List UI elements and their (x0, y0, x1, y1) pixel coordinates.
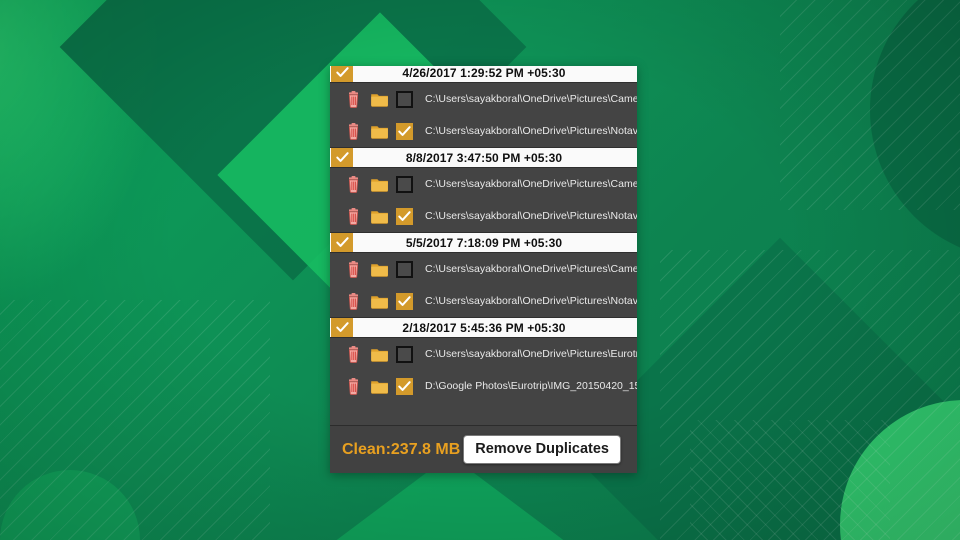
duplicate-file-row[interactable]: C:\Users\sayakboral\OneDrive\Pictures\Ca… (330, 83, 637, 115)
checkbox-icon-checked[interactable] (396, 122, 413, 140)
duplicate-file-row[interactable]: C:\Users\sayakboral\OneDrive\Pictures\No… (330, 115, 637, 147)
duplicate-file-row[interactable]: C:\Users\sayakboral\OneDrive\Pictures\Ca… (330, 168, 637, 200)
checkbox-icon-unchecked[interactable] (396, 260, 413, 278)
folder-icon[interactable] (370, 90, 389, 109)
duplicate-file-row[interactable]: C:\Users\sayakboral\OneDrive\Pictures\No… (330, 285, 637, 317)
folder-icon[interactable] (370, 377, 389, 396)
folder-icon[interactable] (370, 292, 389, 311)
trash-icon[interactable] (344, 90, 363, 109)
duplicate-group-header[interactable]: 2/18/2017 5:45:36 PM +05:30 (330, 317, 637, 338)
group-date-label: 2/18/2017 5:45:36 PM +05:30 (402, 320, 566, 335)
group-date-label: 5/5/2017 7:18:09 PM +05:30 (405, 235, 563, 250)
checkbox-icon-checked[interactable] (396, 207, 413, 225)
trash-icon[interactable] (344, 122, 363, 141)
checkbox-icon-unchecked[interactable] (396, 175, 413, 193)
folder-icon[interactable] (370, 175, 389, 194)
file-path-label: C:\Users\sayakboral\OneDrive\Pictures\Ca… (425, 263, 637, 275)
file-path-label: D:\Google Photos\Eurotrip\IMG_20150420_1… (425, 380, 637, 392)
checkbox-icon-unchecked[interactable] (396, 90, 413, 108)
file-path-label: C:\Users\sayakboral\OneDrive\Pictures\Eu… (425, 348, 637, 360)
desktop-screen: 4/26/2017 1:29:52 PM +05:30 C:\Users\saya… (0, 0, 960, 540)
duplicate-file-row[interactable]: C:\Users\sayakboral\OneDrive\Pictures\No… (330, 200, 637, 232)
folder-icon[interactable] (370, 260, 389, 279)
file-path-label: C:\Users\sayakboral\OneDrive\Pictures\No… (425, 125, 637, 137)
file-path-label: C:\Users\sayakboral\OneDrive\Pictures\Ca… (425, 178, 637, 190)
group-date-label: 4/26/2017 1:29:52 PM +05:30 (402, 66, 566, 80)
file-path-label: C:\Users\sayakboral\OneDrive\Pictures\No… (425, 295, 637, 307)
duplicate-group-header[interactable]: 8/8/2017 3:47:50 PM +05:30 (330, 147, 637, 168)
row-icon-group (344, 90, 413, 109)
checkbox-icon-checked[interactable] (396, 292, 413, 310)
trash-icon[interactable] (344, 292, 363, 311)
row-icon-group (344, 122, 413, 141)
row-icon-group (344, 260, 413, 279)
duplicate-group-list[interactable]: 4/26/2017 1:29:52 PM +05:30 C:\Users\saya… (330, 66, 637, 425)
duplicate-file-row[interactable]: C:\Users\sayakboral\OneDrive\Pictures\Eu… (330, 338, 637, 370)
group-checkbox-icon[interactable] (331, 66, 353, 82)
group-checkbox-icon[interactable] (331, 233, 353, 252)
folder-icon[interactable] (370, 122, 389, 141)
folder-icon[interactable] (370, 345, 389, 364)
file-path-label: C:\Users\sayakboral\OneDrive\Pictures\Ca… (425, 93, 637, 105)
file-path-label: C:\Users\sayakboral\OneDrive\Pictures\No… (425, 210, 637, 222)
row-icon-group (344, 207, 413, 226)
remove-duplicates-button[interactable]: Remove Duplicates (463, 435, 621, 464)
group-date-label: 8/8/2017 3:47:50 PM +05:30 (405, 150, 563, 165)
duplicate-finder-window: 4/26/2017 1:29:52 PM +05:30 C:\Users\saya… (330, 66, 637, 473)
group-checkbox-icon[interactable] (331, 148, 353, 167)
row-icon-group (344, 292, 413, 311)
duplicate-file-row[interactable]: D:\Google Photos\Eurotrip\IMG_20150420_1… (330, 370, 637, 402)
trash-icon[interactable] (344, 207, 363, 226)
row-icon-group (344, 377, 413, 396)
row-icon-group (344, 175, 413, 194)
checkbox-icon-unchecked[interactable] (396, 345, 413, 363)
trash-icon[interactable] (344, 175, 363, 194)
trash-icon[interactable] (344, 260, 363, 279)
action-bar: Clean:237.8 MB Remove Duplicates (330, 425, 637, 473)
duplicate-group-header[interactable]: 4/26/2017 1:29:52 PM +05:30 (330, 66, 637, 83)
duplicate-file-row[interactable]: C:\Users\sayakboral\OneDrive\Pictures\Ca… (330, 253, 637, 285)
clean-size-label: Clean:237.8 MB (342, 440, 461, 458)
checkbox-icon-checked[interactable] (396, 377, 413, 395)
trash-icon[interactable] (344, 345, 363, 364)
trash-icon[interactable] (344, 377, 363, 396)
folder-icon[interactable] (370, 207, 389, 226)
group-checkbox-icon[interactable] (331, 318, 353, 337)
duplicate-group-header[interactable]: 5/5/2017 7:18:09 PM +05:30 (330, 232, 637, 253)
row-icon-group (344, 345, 413, 364)
